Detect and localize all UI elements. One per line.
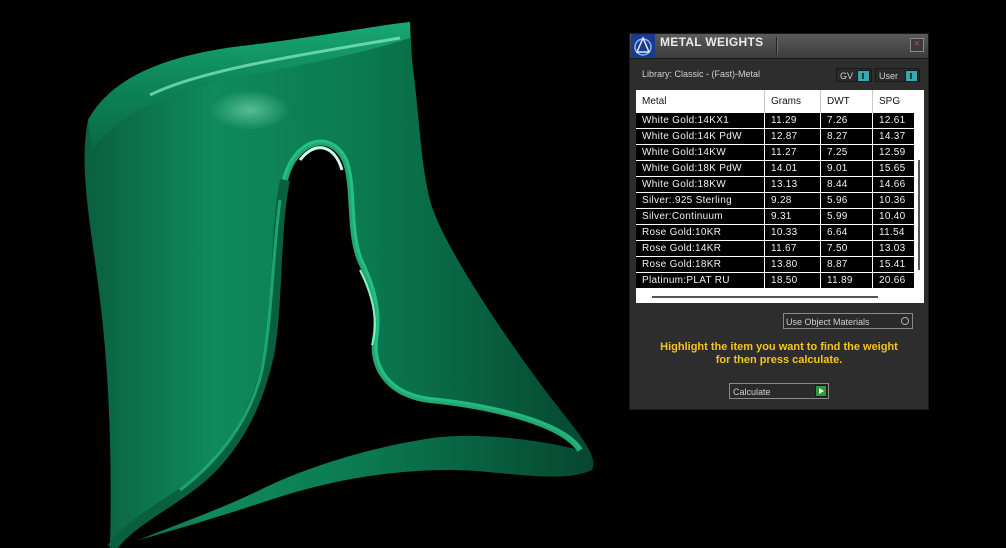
metal-weights-panel: METAL WEIGHTS × Library: Classic - (Fast…	[629, 33, 929, 410]
column-header-grams[interactable]: Grams	[764, 90, 821, 113]
cell-metal: Rose Gold:14KR	[636, 240, 765, 257]
cell-grams: 11.29	[764, 113, 821, 129]
user-toggle[interactable]: User	[875, 68, 920, 82]
title-divider	[776, 37, 778, 55]
metal-table[interactable]: Metal Grams DWT SPG White Gold:14KX1 11.2…	[636, 90, 924, 303]
cell-dwt: 7.25	[820, 144, 873, 161]
cell-grams: 14.01	[764, 160, 821, 177]
calculate-button[interactable]: Calculate	[729, 383, 829, 399]
cell-dwt: 8.87	[820, 256, 873, 273]
table-row[interactable]: Rose Gold:14KR 11.67 7.50 13.03	[636, 240, 922, 257]
cell-dwt: 6.64	[820, 224, 873, 241]
vertical-scrollbar[interactable]	[914, 90, 924, 303]
cell-metal: Rose Gold:18KR	[636, 256, 765, 273]
close-icon[interactable]: ×	[910, 38, 924, 52]
3d-viewport[interactable]	[0, 0, 628, 548]
cell-dwt: 7.26	[820, 113, 873, 129]
cell-grams: 18.50	[764, 272, 821, 289]
cell-metal: Platinum:PLAT RU	[636, 272, 765, 289]
table-row[interactable]: Silver:Continuum 9.31 5.99 10.40	[636, 208, 922, 225]
use-object-materials-option[interactable]: Use Object Materials	[783, 313, 913, 329]
gv-toggle-label: GV	[840, 71, 854, 81]
cell-grams: 11.67	[764, 240, 821, 257]
table-header-row: Metal Grams DWT SPG	[636, 90, 922, 113]
cell-grams: 9.28	[764, 192, 821, 209]
cell-dwt: 5.96	[820, 192, 873, 209]
column-header-dwt[interactable]: DWT	[820, 90, 873, 113]
cell-dwt: 9.01	[820, 160, 873, 177]
toggle-icon	[857, 70, 870, 82]
scrollbar-thumb[interactable]	[918, 160, 920, 270]
cell-metal: Silver:.925 Sterling	[636, 192, 765, 209]
panel-title: METAL WEIGHTS	[660, 35, 764, 49]
table-row[interactable]: Silver:.925 Sterling 9.28 5.96 10.36	[636, 192, 922, 209]
logo-icon	[631, 34, 655, 58]
cell-dwt: 8.27	[820, 128, 873, 145]
radio-icon[interactable]	[901, 317, 909, 325]
horizontal-scrollbar[interactable]	[636, 288, 914, 303]
cell-grams: 13.13	[764, 176, 821, 193]
cell-metal: Rose Gold:10KR	[636, 224, 765, 241]
instruction-text: Highlight the item you want to find the …	[630, 341, 928, 367]
cell-metal: Silver:Continuum	[636, 208, 765, 225]
table-row[interactable]: Rose Gold:10KR 10.33 6.64 11.54	[636, 224, 922, 241]
user-toggle-label: User	[879, 71, 899, 81]
table-row[interactable]: White Gold:18K PdW 14.01 9.01 15.65	[636, 160, 922, 177]
jewelry-model	[84, 22, 594, 548]
table-row[interactable]: White Gold:14K PdW 12.87 8.27 14.37	[636, 128, 922, 145]
title-bar[interactable]: METAL WEIGHTS ×	[630, 34, 928, 59]
cell-metal: White Gold:14K PdW	[636, 128, 765, 145]
cell-dwt: 7.50	[820, 240, 873, 257]
cell-grams: 9.31	[764, 208, 821, 225]
cell-metal: White Gold:18KW	[636, 176, 765, 193]
table-row[interactable]: White Gold:14KX1 11.29 7.26 12.61	[636, 113, 922, 129]
table-row[interactable]: White Gold:14KW 11.27 7.25 12.59	[636, 144, 922, 161]
cell-grams: 13.80	[764, 256, 821, 273]
cell-metal: White Gold:14KW	[636, 144, 765, 161]
use-object-materials-label: Use Object Materials	[786, 317, 870, 327]
cell-grams: 11.27	[764, 144, 821, 161]
library-label: Library: Classic - (Fast)-Metal	[642, 69, 761, 79]
table-row[interactable]: White Gold:18KW 13.13 8.44 14.66	[636, 176, 922, 193]
gv-toggle[interactable]: GV	[836, 68, 872, 82]
instruction-line-1: Highlight the item you want to find the …	[660, 341, 898, 353]
cell-metal: White Gold:14KX1	[636, 113, 765, 129]
scrollbar-thumb[interactable]	[652, 296, 878, 298]
cell-dwt: 8.44	[820, 176, 873, 193]
table-row[interactable]: Rose Gold:18KR 13.80 8.87 15.41	[636, 256, 922, 273]
column-header-metal[interactable]: Metal	[636, 90, 765, 113]
cell-metal: White Gold:18K PdW	[636, 160, 765, 177]
cell-grams: 12.87	[764, 128, 821, 145]
cell-dwt: 11.89	[820, 272, 873, 289]
instruction-line-2: for then press calculate.	[715, 354, 843, 366]
play-arrow-icon[interactable]	[815, 385, 827, 397]
cell-dwt: 5.99	[820, 208, 873, 225]
table-row[interactable]: Platinum:PLAT RU 18.50 11.89 20.66	[636, 272, 922, 289]
cell-grams: 10.33	[764, 224, 821, 241]
toggle-icon	[905, 70, 918, 82]
calculate-label: Calculate	[733, 387, 771, 397]
